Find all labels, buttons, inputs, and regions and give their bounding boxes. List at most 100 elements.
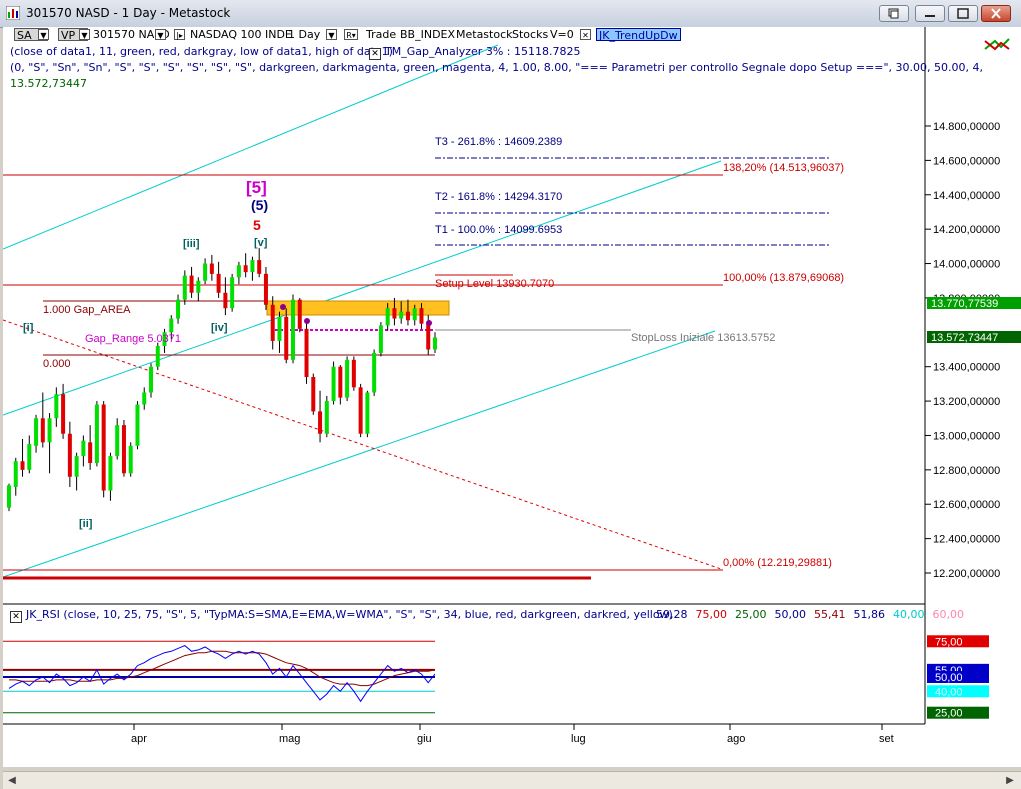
candle-body [392, 308, 397, 319]
gap-area-label: 1.000 Gap_AREA [43, 304, 131, 316]
maximize-button[interactable] [948, 5, 978, 22]
window-title: 301570 NASD - 1 Day - Metastock [26, 6, 231, 20]
candle-body [209, 263, 214, 274]
candle-body [378, 325, 383, 353]
x-tick-label: giu [417, 733, 432, 745]
candle-body [74, 456, 79, 477]
close-trade-icon[interactable]: ✕ [580, 29, 591, 40]
candle-body [250, 260, 255, 273]
rsi-readout: 50,00 [774, 608, 807, 621]
y-tick-label: 13.400,00000 [933, 362, 1000, 374]
y-tick-label: 12.200,00000 [933, 568, 1000, 580]
candle-body [108, 456, 113, 491]
candle-body [176, 299, 181, 319]
candle-body [94, 404, 99, 463]
y-tick-label: 12.600,00000 [933, 499, 1000, 511]
candle-body [189, 275, 194, 293]
rsi-header: ✕ JK_RSI (close, 10, 25, 75, "S", 5, "Typ… [10, 608, 673, 623]
scroll-right-icon[interactable]: ▶ [1003, 774, 1017, 787]
candle-body [243, 265, 248, 273]
target-t2-label: T2 - 161.8% : 14294.3170 [435, 191, 562, 203]
candle-body [182, 275, 187, 300]
y-tick-label: 12.800,00000 [933, 465, 1000, 477]
y-tick-label: 14.000,00000 [933, 259, 1000, 271]
toolbar-item-v0[interactable]: V=0 [550, 28, 574, 42]
stoploss-label: StopLoss Iniziale 13613.5752 [631, 332, 775, 344]
candle-body [345, 359, 350, 398]
candle-body [365, 392, 370, 434]
candle-body [128, 445, 133, 474]
candle-body [54, 394, 59, 419]
title-bar: 301570 NASD - 1 Day - Metastock [0, 0, 1021, 28]
scroll-left-icon[interactable]: ◀ [5, 774, 19, 787]
candle-body [34, 418, 39, 446]
candle-body [324, 401, 329, 434]
y-tick-label: 14.400,00000 [933, 190, 1000, 202]
candle-body [223, 292, 228, 309]
candle-body [88, 442, 93, 463]
refresh-icon[interactable]: R▾ [344, 29, 358, 40]
vp-dropdown-icon[interactable]: ▼ [79, 29, 90, 40]
metastock-app-icon [6, 6, 20, 20]
restore-down-button[interactable] [879, 5, 909, 22]
security-label: NASDAQ 100 INDE [190, 28, 292, 41]
chart-window[interactable]: 14.800,00000 14.600,00000 14.400,00000 14.2… [2, 27, 1021, 789]
period-label: 1 Day [288, 28, 321, 41]
close-icon [991, 8, 1001, 19]
candle-body [257, 260, 262, 274]
close-button[interactable] [981, 5, 1011, 22]
rsi-level-text: 75,00 [935, 636, 963, 648]
target-t3-label: T3 - 261.8% : 14609.2389 [435, 136, 562, 148]
candle-body [230, 277, 235, 309]
candle-body [203, 263, 208, 281]
wave-label-iv: [iv] [211, 322, 228, 334]
y-tick-label: 13.200,00000 [933, 396, 1000, 408]
fib-100-label: 100,00% (13.879,69068) [723, 272, 844, 284]
wave-label-i: [i] [23, 322, 34, 334]
close-gap-analyzer-icon[interactable]: ✕ [369, 48, 381, 60]
x-tick-label: lug [571, 733, 586, 745]
candle-body [236, 265, 241, 278]
rsi-readout: 51,86 [853, 608, 886, 621]
sa-dropdown-icon[interactable]: ▼ [38, 29, 49, 40]
rsi-level-text: 40,00 [935, 686, 963, 698]
candle-body [270, 304, 275, 341]
candle-body [155, 346, 160, 367]
candle-body [284, 316, 289, 360]
y-tick-label: 12.400,00000 [933, 534, 1000, 546]
toolbar-item-metastock[interactable]: Metastock [456, 28, 513, 42]
indicator-params-line1: (close of data1, 11, green, red, darkgra… [10, 45, 393, 58]
candle-body [101, 404, 106, 491]
candle-body [331, 366, 336, 402]
candle-body [433, 337, 437, 350]
candle-body [216, 273, 221, 293]
trend-indicator-label[interactable]: JK_TrendUpDw [596, 28, 681, 42]
minimize-button[interactable] [915, 5, 945, 22]
rsi-level-text: 25,00 [935, 708, 963, 720]
symbol-dropdown-icon[interactable]: ▼ [155, 29, 166, 40]
restore-down-icon [888, 8, 899, 19]
signal-marker [304, 318, 310, 324]
toolbar-item-bb-index[interactable]: BB_INDEX [400, 28, 455, 42]
candle-body [142, 392, 147, 405]
toolbar-item-stocks[interactable]: Stocks [512, 28, 548, 42]
toolbar-item-trade[interactable]: Trade [366, 28, 396, 42]
indicator-params-line2: (0, "S", "Sn", "Sn", "S", "S", "S", "S",… [10, 61, 983, 74]
candle-body [47, 418, 52, 443]
candle-body [67, 433, 72, 477]
indicator-params-1: (close of data1, 11, green, red, darkgra… [10, 45, 393, 58]
security-nav-icon[interactable]: |▸ [174, 29, 185, 40]
rsi-readout: 40,00 [893, 608, 925, 621]
candle-body [419, 308, 424, 324]
close-rsi-icon[interactable]: ✕ [10, 611, 22, 623]
price-chart[interactable]: 14.800,00000 14.600,00000 14.400,00000 14.2… [2, 27, 1021, 767]
x-tick-label: mag [279, 733, 300, 745]
period-dropdown-icon[interactable]: ▼ [326, 29, 337, 40]
rsi-params: (close, 10, 25, 75, "S", 5, "TypMA:S=SMA… [63, 608, 673, 621]
indicator-params-2: (0, "S", "Sn", "Sn", "S", "S", "S", "S",… [10, 61, 984, 74]
gap-range-label: Gap_Range 5.0371 [85, 333, 181, 345]
candle-body [385, 308, 390, 326]
x-tick-label: set [879, 733, 894, 745]
horizontal-scrollbar[interactable]: ◀ ▶ [3, 771, 1021, 789]
rsi-name: JK_RSI [26, 608, 60, 621]
